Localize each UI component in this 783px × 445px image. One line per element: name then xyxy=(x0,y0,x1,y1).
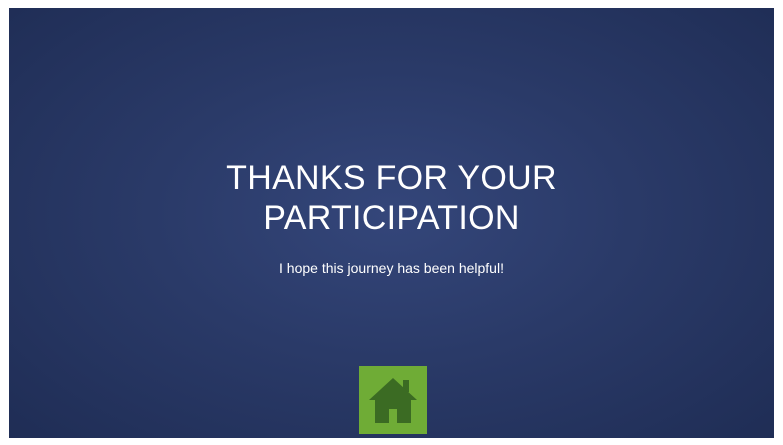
slide-subtitle: I hope this journey has been helpful! xyxy=(279,260,504,276)
home-button[interactable] xyxy=(359,366,427,434)
slide-title-line-1: THANKS FOR YOUR xyxy=(226,159,557,197)
home-icon xyxy=(369,378,417,423)
presentation-frame: THANKS FOR YOUR PARTICIPATION I hope thi… xyxy=(0,0,783,445)
slide: THANKS FOR YOUR PARTICIPATION I hope thi… xyxy=(9,8,774,438)
slide-title: THANKS FOR YOUR PARTICIPATION xyxy=(9,158,774,238)
slide-title-line-2: PARTICIPATION xyxy=(263,199,520,237)
